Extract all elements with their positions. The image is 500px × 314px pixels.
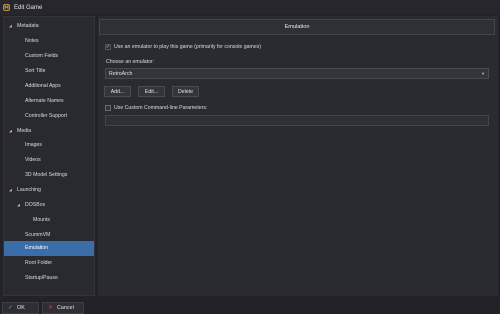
sidebar-item-label: Sort Title	[25, 68, 46, 75]
sidebar-item-notes[interactable]: Notes	[4, 34, 94, 49]
expand-arrow-icon[interactable]: ◢	[8, 188, 13, 192]
sidebar-item-3d-model-settings[interactable]: 3D Model Settings	[4, 168, 94, 183]
choose-emulator-label: Choose an emulator:	[106, 59, 155, 65]
add-emulator-button[interactable]: Add...	[104, 86, 131, 97]
cancel-button[interactable]: ✕ Cancel	[42, 302, 84, 314]
sidebar-item-label: Alternate Names	[25, 98, 64, 105]
expand-arrow-icon[interactable]: ◢	[8, 24, 13, 28]
sidebar-item-label: Additional Apps	[25, 83, 61, 90]
sidebar-item-mounts[interactable]: Mounts	[4, 213, 94, 228]
sidebar-item-label: DOSBox	[25, 202, 46, 209]
custom-params-checkbox[interactable]	[105, 105, 111, 111]
sidebar-item-images[interactable]: Images	[4, 138, 94, 153]
sidebar-item-media[interactable]: ◢ Media	[4, 124, 94, 139]
sidebar-item-emulation[interactable]: Emulation	[4, 241, 94, 256]
delete-emulator-button[interactable]: Delete	[172, 86, 199, 97]
edit-emulator-button[interactable]: Edit...	[138, 86, 165, 97]
sidebar-item-label: Metadata	[17, 23, 39, 30]
sidebar-item-root-folder[interactable]: Root Folder	[4, 256, 94, 271]
emulator-select-value: RetroArch	[109, 70, 133, 77]
sidebar-item-videos[interactable]: Videos	[4, 153, 94, 168]
sidebar-tree: ◢ Metadata Notes Custom Fields Sort Titl…	[3, 16, 95, 296]
sidebar-item-custom-fields[interactable]: Custom Fields	[4, 49, 94, 64]
sidebar-item-label: Images	[25, 142, 43, 149]
emulation-panel: Emulation	[98, 16, 498, 296]
sidebar-item-label: Media	[17, 128, 32, 135]
sidebar-item-dosbox[interactable]: ◢ DOSBox	[4, 198, 94, 213]
sidebar-item-alternate-names[interactable]: Alternate Names	[4, 94, 94, 109]
sidebar-item-label: Controller Support	[25, 113, 68, 120]
use-emulator-label: Use an emulator to play this game (prima…	[114, 44, 262, 50]
sidebar-item-label: Launching	[17, 187, 41, 194]
expand-arrow-icon[interactable]: ◢	[16, 203, 21, 207]
sidebar-item-label: 3D Model Settings	[25, 172, 68, 179]
checkmark-icon: ✓	[8, 305, 14, 311]
sidebar-item-label: Startup/Pause	[25, 275, 58, 282]
sidebar-item-additional-apps[interactable]: Additional Apps	[4, 79, 94, 94]
sidebar-item-label: Root Folder	[25, 260, 53, 267]
sidebar-item-label: Mounts	[33, 217, 51, 224]
sidebar-item-startup-pause[interactable]: Startup/Pause	[4, 271, 94, 286]
ok-button[interactable]: ✓ OK	[2, 302, 39, 314]
section-header: Emulation	[99, 19, 495, 35]
sidebar-item-label: Videos	[25, 157, 41, 164]
expand-arrow-icon[interactable]: ◢	[8, 129, 13, 133]
close-icon: ✕	[48, 305, 54, 311]
launchbox-app-icon	[3, 4, 10, 11]
chevron-down-icon: ▼	[481, 71, 485, 76]
sidebar-item-label: ScummVM	[25, 232, 51, 239]
title-bar: Edit Game	[0, 0, 500, 15]
sidebar-item-label: Emulation	[25, 245, 49, 252]
sidebar-item-label: Custom Fields	[25, 53, 59, 60]
custom-params-input[interactable]	[105, 115, 489, 126]
sidebar-item-label: Notes	[25, 38, 39, 45]
sidebar-item-sort-title[interactable]: Sort Title	[4, 64, 94, 79]
sidebar-item-metadata[interactable]: ◢ Metadata	[4, 19, 94, 34]
ok-label: OK	[17, 305, 25, 311]
sidebar-item-controller-support[interactable]: Controller Support	[4, 109, 94, 124]
emulator-select[interactable]: RetroArch ▼	[105, 68, 489, 79]
custom-params-label: Use Custom Command-line Parameters:	[114, 105, 208, 111]
cancel-label: Cancel	[57, 305, 74, 311]
window-title: Edit Game	[14, 4, 43, 11]
sidebar-item-launching[interactable]: ◢ Launching	[4, 183, 94, 198]
use-emulator-checkbox[interactable]: ✓	[105, 44, 111, 50]
